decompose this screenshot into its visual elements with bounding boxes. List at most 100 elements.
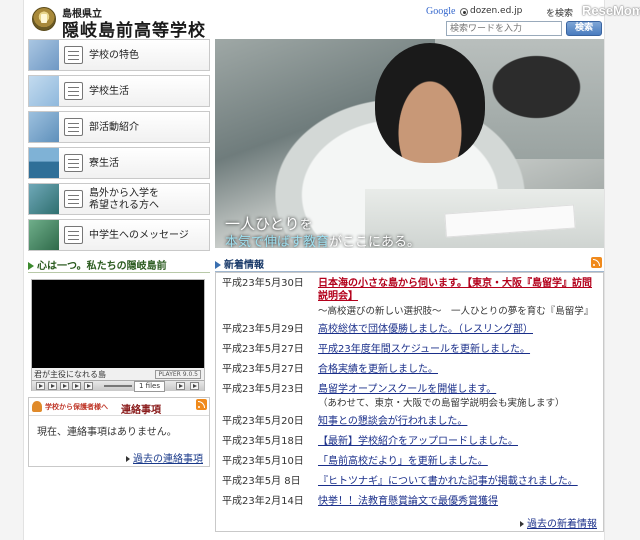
- rss-icon[interactable]: [591, 257, 602, 268]
- header: 島根県立 隠岐島前高等学校 Google dozen.ed.jp を検索 検索: [26, 0, 604, 38]
- notice-box: 学校から保護者様へ 連絡事項 現在、連絡事項はありません。 過去の連絡事項: [28, 397, 210, 467]
- nav-thumb: [29, 40, 59, 70]
- news-item: 平成23年5月30日 日本海の小さな島から伺います。【東京・大阪『島留学』訪問説…: [222, 277, 602, 319]
- news-link[interactable]: 【最新】学校紹介をアップロードしました。: [318, 435, 600, 448]
- volume-slider[interactable]: [104, 385, 132, 387]
- nav-label: 学校の特色: [89, 50, 139, 62]
- nav-item-features[interactable]: 学校の特色: [28, 39, 210, 71]
- notice-archive-link[interactable]: 過去の連絡事項: [126, 450, 203, 465]
- news-link[interactable]: 快挙！！法教育懸賞論文で最優秀賞獲得: [318, 495, 600, 508]
- search-domain: dozen.ed.jp: [470, 6, 522, 16]
- dormitory-icon: [64, 154, 83, 172]
- video-screen[interactable]: [32, 280, 204, 368]
- nav-thumb: [29, 220, 59, 250]
- link-arrow-icon: [126, 456, 130, 462]
- news-link[interactable]: 「島前高校だより」を更新しました。: [318, 455, 600, 468]
- news-subtitle: ～高校選びの新しい選択肢～ 一人ひとりの夢を育む『島留学』: [318, 305, 600, 318]
- news-link[interactable]: 知事との懇談会が行われました。: [318, 415, 600, 428]
- rss-icon[interactable]: [196, 399, 207, 410]
- playlist-button[interactable]: [176, 382, 185, 390]
- news-date: 平成23年5月23日: [222, 383, 312, 396]
- news-subtitle: （あわせて、東京・大阪での島留学説明会も実施します）: [318, 397, 600, 410]
- rewind-button[interactable]: [48, 382, 57, 390]
- search-button[interactable]: 検索: [566, 21, 602, 36]
- video-section-title: 心は一つ。私たちの隠岐島前: [37, 261, 167, 272]
- nav-item-outside-applicants[interactable]: 島外から入学を 希望される方へ: [28, 183, 210, 215]
- uniform-icon: [64, 118, 83, 136]
- news-date: 平成23年5月29日: [222, 323, 312, 336]
- hero-image: 一人ひとりを 本気で伸ばす教育がここにある。: [215, 39, 604, 248]
- hero-copy-line2: 本気で伸ばす教育がここにある。: [225, 231, 420, 248]
- nav-item-junior-high-message[interactable]: 中学生へのメッセージ: [28, 219, 210, 251]
- document-icon: [64, 190, 83, 208]
- heading-arrow-icon: [28, 262, 34, 270]
- notice-subtitle: 学校から保護者様へ: [45, 402, 108, 412]
- stop-button[interactable]: [72, 382, 81, 390]
- news-item: 平成23年5月23日 島留学オープンスクールを開催します。 （あわせて、東京・大…: [222, 383, 602, 411]
- nav-label: 中学生へのメッセージ: [89, 230, 189, 242]
- notice-header: 学校から保護者様へ 連絡事項: [29, 398, 209, 416]
- nav-item-dormitory[interactable]: 寮生活: [28, 147, 210, 179]
- page: 島根県立 隠岐島前高等学校 Google dozen.ed.jp を検索 検索 …: [26, 0, 604, 540]
- envelope-icon: [64, 226, 83, 244]
- page-frame-left: [0, 0, 24, 540]
- notice-title: 連絡事項: [121, 401, 161, 416]
- link-arrow-icon: [520, 521, 524, 527]
- google-logo: Google: [426, 6, 455, 17]
- file-count[interactable]: 1 files: [134, 381, 165, 392]
- nav-label: 寮生活: [89, 158, 119, 170]
- desk-icon: [64, 82, 83, 100]
- video-title: 君が主役になれる島: [34, 369, 106, 380]
- notice-icon: [32, 401, 42, 412]
- nav-item-school-life[interactable]: 学校生活: [28, 75, 210, 107]
- prev-button[interactable]: [36, 382, 45, 390]
- news-date: 平成23年5月18日: [222, 435, 312, 448]
- school-building-icon: [64, 46, 83, 64]
- video-player: 君が主役になれる島 PLAYER 9.0.5 1 files: [31, 279, 205, 391]
- news-date: 平成23年5月20日: [222, 415, 312, 428]
- news-archive-label: 過去の新着情報: [527, 519, 597, 530]
- notice-archive-label: 過去の連絡事項: [133, 454, 203, 465]
- news-link[interactable]: 合格実績を更新しました。: [318, 363, 600, 376]
- news-title: 新着情報: [224, 260, 264, 271]
- news-date: 平成23年5月27日: [222, 363, 312, 376]
- page-frame-right: [604, 0, 640, 540]
- nav-label: 学校生活: [89, 86, 129, 98]
- fullscreen-button[interactable]: [190, 382, 199, 390]
- nav-thumb: [29, 76, 59, 106]
- nav-label-line2: 希望される方へ: [89, 200, 159, 212]
- news-list: 平成23年5月30日 日本海の小さな島から伺います。【東京・大阪『島留学』訪問説…: [215, 272, 604, 532]
- hero-student: [375, 43, 485, 163]
- news-link[interactable]: 島留学オープンスクールを開催します。: [318, 383, 600, 396]
- search-input[interactable]: [446, 21, 562, 36]
- nav-label-line1: 島外から入学を: [89, 188, 159, 200]
- school-name-logo[interactable]: 隠岐島前高等学校: [62, 16, 206, 41]
- player-brand: PLAYER 9.0.5: [155, 370, 201, 379]
- player-controls: 1 files: [32, 380, 204, 391]
- news-archive-link[interactable]: 過去の新着情報: [520, 515, 597, 530]
- news-link[interactable]: 日本海の小さな島から伺います。【東京・大阪『島留学』訪問説明会】: [318, 277, 600, 303]
- hero-copy-highlight: 本気で伸ばす教育: [225, 235, 329, 248]
- nav-item-club-activities[interactable]: 部活動紹介: [28, 111, 210, 143]
- play-button[interactable]: [60, 382, 69, 390]
- notice-text: 現在、連絡事項はありません。: [37, 423, 177, 438]
- news-date: 平成23年5月30日: [222, 277, 312, 290]
- domain-radio[interactable]: [460, 8, 468, 16]
- news-link[interactable]: 高校総体で団体優勝しました。（レスリング部）: [318, 323, 600, 336]
- news-date: 平成23年5月10日: [222, 455, 312, 468]
- nav-label: 島外から入学を 希望される方へ: [89, 188, 159, 212]
- news-link[interactable]: 『ヒトツナギ』について書かれた記事が掲載されました。: [318, 475, 600, 488]
- school-crest-icon[interactable]: [32, 7, 56, 31]
- nav-thumb: [29, 184, 59, 214]
- news-link[interactable]: 平成23年度年間スケジュールを更新しました。: [318, 343, 600, 356]
- hero-copy-tail: がここにある。: [329, 235, 420, 248]
- video-section-heading: 心は一つ。私たちの隠岐島前: [28, 257, 210, 273]
- nav-label: 部活動紹介: [89, 122, 139, 134]
- news-date: 平成23年2月14日: [222, 495, 312, 508]
- news-date: 平成23年5月 8日: [222, 475, 312, 488]
- next-button[interactable]: [84, 382, 93, 390]
- news-heading: 新着情報: [215, 256, 604, 272]
- brand-watermark: ReseMom: [582, 3, 640, 18]
- main-nav: 学校の特色 学校生活 部活動紹介 寮生活 島外から入学を 希望される方へ: [28, 39, 210, 255]
- news-date: 平成23年5月27日: [222, 343, 312, 356]
